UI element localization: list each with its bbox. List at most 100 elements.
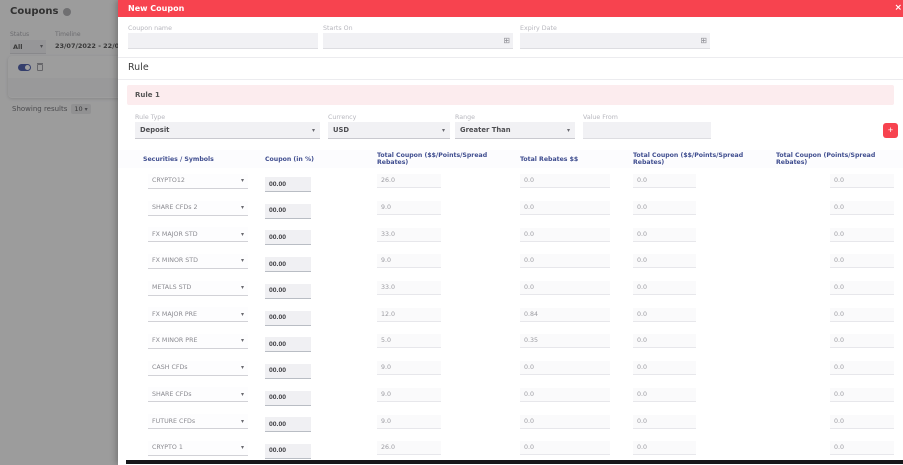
table-row: SHARE CFDs ▾ 9.0 0.0 0.0 0.0 [118,382,903,409]
total-coupon-3-value[interactable]: 0.0 [830,174,894,189]
table-row: METALS STD ▾ 33.0 0.0 0.0 0.0 [118,275,903,302]
divider [118,79,903,80]
total-coupon-2-value[interactable]: 0.0 [633,334,696,349]
total-coupon-2-value[interactable]: 0.0 [633,174,696,189]
total-coupon-value[interactable]: 12.0 [377,307,441,322]
security-select[interactable]: FX MINOR PRE ▾ [148,333,248,349]
table-row: FX MINOR PRE ▾ 5.0 0.35 0.0 0.0 [118,328,903,355]
total-rebates-value[interactable]: 0.0 [520,441,610,456]
security-select[interactable]: SHARE CFDs ▾ [148,387,248,403]
total-coupon-value[interactable]: 9.0 [377,414,441,429]
coupon-percent-input[interactable] [265,310,311,326]
value-from-label: Value From [583,114,618,121]
total-coupon-2-value[interactable]: 0.0 [633,414,696,429]
rule1-title: Rule 1 [135,91,160,99]
total-rebates-value[interactable]: 0.84 [520,307,610,322]
coupon-percent-input[interactable] [265,203,311,219]
total-rebates-value[interactable]: 0.0 [520,414,610,429]
coupon-percent-input[interactable] [265,230,311,246]
expiry-date-input[interactable]: ⊞ [520,33,710,49]
security-select[interactable]: SHARE CFDs 2 ▾ [148,200,248,216]
total-coupon-2-value[interactable]: 0.0 [633,281,696,296]
total-coupon-3-value[interactable]: 0.0 [830,254,894,269]
total-coupon-value[interactable]: 9.0 [377,201,441,216]
security-select[interactable]: FUTURE CFDs ▾ [148,414,248,430]
total-coupon-value[interactable]: 33.0 [377,227,441,242]
col-header-total-rebates: Total Rebates $$ [520,155,579,163]
total-coupon-2-value[interactable]: 0.0 [633,201,696,216]
total-rebates-value[interactable]: 0.0 [520,387,610,402]
security-select[interactable]: CRYPTO12 ▾ [148,173,248,189]
total-coupon-value[interactable]: 9.0 [377,254,441,269]
total-coupon-2-value[interactable]: 0.0 [633,387,696,402]
coupon-name-input[interactable] [128,33,318,49]
security-name: FX MAJOR PRE [152,310,198,318]
coupon-percent-input[interactable] [265,363,311,379]
total-coupon-3-value[interactable]: 0.0 [830,334,894,349]
horizontal-scrollbar[interactable] [126,460,903,464]
coupon-percent-input[interactable] [265,337,311,353]
total-coupon-2-value[interactable]: 0.0 [633,441,696,456]
chevron-down-icon: ▾ [240,177,244,185]
total-coupon-value[interactable]: 9.0 [377,361,441,376]
currency-select[interactable]: USD ▾ [328,122,450,139]
close-icon[interactable]: × [894,3,902,13]
securities-table-body: CRYPTO12 ▾ 26.0 0.0 0.0 0.0 SHARE CFDs 2 ▾ 9.0 0.… [118,168,903,462]
total-coupon-3-value[interactable]: 0.0 [830,227,894,242]
range-select[interactable]: Greater Than ▾ [455,122,575,139]
security-name: FUTURE CFDs [152,417,196,425]
coupon-percent-input[interactable] [265,257,311,273]
total-rebates-value[interactable]: 0.0 [520,361,610,376]
total-rebates-value[interactable]: 0.0 [520,174,610,189]
col-header-coupon-pct: Coupon (in %) [265,155,314,163]
total-coupon-value[interactable]: 33.0 [377,281,441,296]
total-coupon-2-value[interactable]: 0.0 [633,361,696,376]
rule1-header[interactable]: Rule 1 [127,85,894,105]
starts-on-input[interactable]: ⊞ [323,33,513,49]
total-coupon-3-value[interactable]: 0.0 [830,281,894,296]
table-row: CRYPTO 1 ▾ 26.0 0.0 0.0 0.0 [118,435,903,462]
total-rebates-value[interactable]: 0.0 [520,201,610,216]
total-coupon-value[interactable]: 26.0 [377,174,441,189]
add-rule-button[interactable]: + [883,123,898,138]
security-name: CRYPTO12 [152,177,185,185]
calendar-icon: ⊞ [503,35,510,45]
total-coupon-2-value[interactable]: 0.0 [633,227,696,242]
chevron-down-icon: ▾ [240,204,244,212]
rule-type-select[interactable]: Deposit ▾ [135,122,320,139]
table-row: FX MAJOR PRE ▾ 12.0 0.84 0.0 0.0 [118,301,903,328]
range-value: Greater Than [460,126,511,134]
table-row: FX MINOR STD ▾ 9.0 0.0 0.0 0.0 [118,248,903,275]
security-select[interactable]: CRYPTO 1 ▾ [148,440,248,456]
security-select[interactable]: CASH CFDs ▾ [148,360,248,376]
security-select[interactable]: FX MAJOR STD ▾ [148,227,248,243]
coupon-percent-input[interactable] [265,283,311,299]
coupon-percent-input[interactable] [265,390,311,406]
security-name: CRYPTO 1 [152,444,183,452]
total-coupon-2-value[interactable]: 0.0 [633,254,696,269]
total-coupon-value[interactable]: 5.0 [377,334,441,349]
total-coupon-2-value[interactable]: 0.0 [633,307,696,322]
total-rebates-value[interactable]: 0.0 [520,281,610,296]
value-from-input[interactable] [583,122,711,139]
expiry-date-label: Expiry Date [520,25,557,32]
total-coupon-3-value[interactable]: 0.0 [830,307,894,322]
total-coupon-3-value[interactable]: 0.0 [830,414,894,429]
coupon-percent-input[interactable] [265,177,311,193]
security-select[interactable]: FX MINOR STD ▾ [148,253,248,269]
total-coupon-3-value[interactable]: 0.0 [830,201,894,216]
total-coupon-3-value[interactable]: 0.0 [830,361,894,376]
modal-title: New Coupon [128,4,185,13]
total-coupon-value[interactable]: 9.0 [377,387,441,402]
coupon-percent-input[interactable] [265,417,311,433]
total-coupon-3-value[interactable]: 0.0 [830,387,894,402]
total-rebates-value[interactable]: 0.0 [520,254,610,269]
security-select[interactable]: FX MAJOR PRE ▾ [148,307,248,323]
security-select[interactable]: METALS STD ▾ [148,280,248,296]
total-coupon-value[interactable]: 26.0 [377,441,441,456]
total-rebates-value[interactable]: 0.35 [520,334,610,349]
coupon-percent-input[interactable] [265,443,311,459]
total-coupon-3-value[interactable]: 0.0 [830,441,894,456]
total-rebates-value[interactable]: 0.0 [520,227,610,242]
table-header-row: Securities / Symbols Coupon (in %) Total… [118,150,903,168]
